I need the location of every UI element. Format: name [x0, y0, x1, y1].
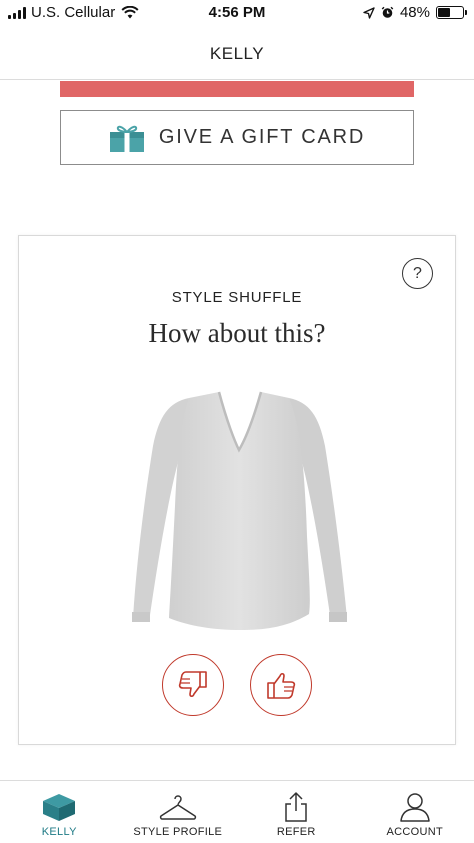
- product-image[interactable]: [119, 386, 359, 636]
- style-shuffle-card: ? STYLE SHUFFLE How about this?: [18, 235, 456, 745]
- give-gift-card-button[interactable]: GIVE A GIFT CARD: [60, 110, 414, 165]
- nav-item-style-profile[interactable]: STYLE PROFILE: [119, 781, 238, 843]
- bottom-nav: KELLY STYLE PROFILE REFER ACCOUNT: [0, 780, 474, 843]
- nav-item-kelly[interactable]: KELLY: [0, 781, 119, 843]
- battery-level: [438, 8, 450, 17]
- gift-card-label: GIVE A GIFT CARD: [158, 126, 366, 148]
- hanger-icon: [158, 791, 198, 823]
- battery-percent: 48%: [399, 4, 430, 21]
- gift-icon: [109, 125, 144, 152]
- help-icon: ?: [413, 264, 422, 282]
- card-eyebrow: STYLE SHUFFLE: [171, 289, 303, 306]
- nav-label: ACCOUNT: [386, 826, 443, 838]
- nav-item-refer[interactable]: REFER: [237, 781, 356, 843]
- location-arrow-icon: [363, 6, 375, 19]
- nav-label: KELLY: [41, 826, 77, 838]
- thumbs-down-icon: [178, 671, 207, 698]
- app-header: KELLY: [0, 30, 474, 80]
- status-right: 48%: [363, 4, 467, 21]
- battery-icon: [436, 6, 467, 19]
- thumbs-down-button[interactable]: [162, 654, 224, 716]
- help-button[interactable]: ?: [402, 258, 433, 289]
- card-title: How about this?: [148, 318, 326, 348]
- nav-label: STYLE PROFILE: [133, 826, 223, 838]
- thumbs-up-button[interactable]: [250, 654, 312, 716]
- nav-label: REFER: [276, 826, 316, 838]
- alarm-icon: [381, 6, 394, 18]
- red-banner-button[interactable]: [60, 81, 414, 97]
- nav-item-account[interactable]: ACCOUNT: [356, 781, 474, 843]
- status-bar: U.S. Cellular 4:56 PM 48%: [0, 0, 474, 26]
- page-title: KELLY: [209, 44, 265, 63]
- person-icon: [395, 791, 435, 823]
- thumbs-up-icon: [267, 672, 296, 699]
- box-icon: [39, 791, 79, 823]
- share-icon: [276, 791, 316, 823]
